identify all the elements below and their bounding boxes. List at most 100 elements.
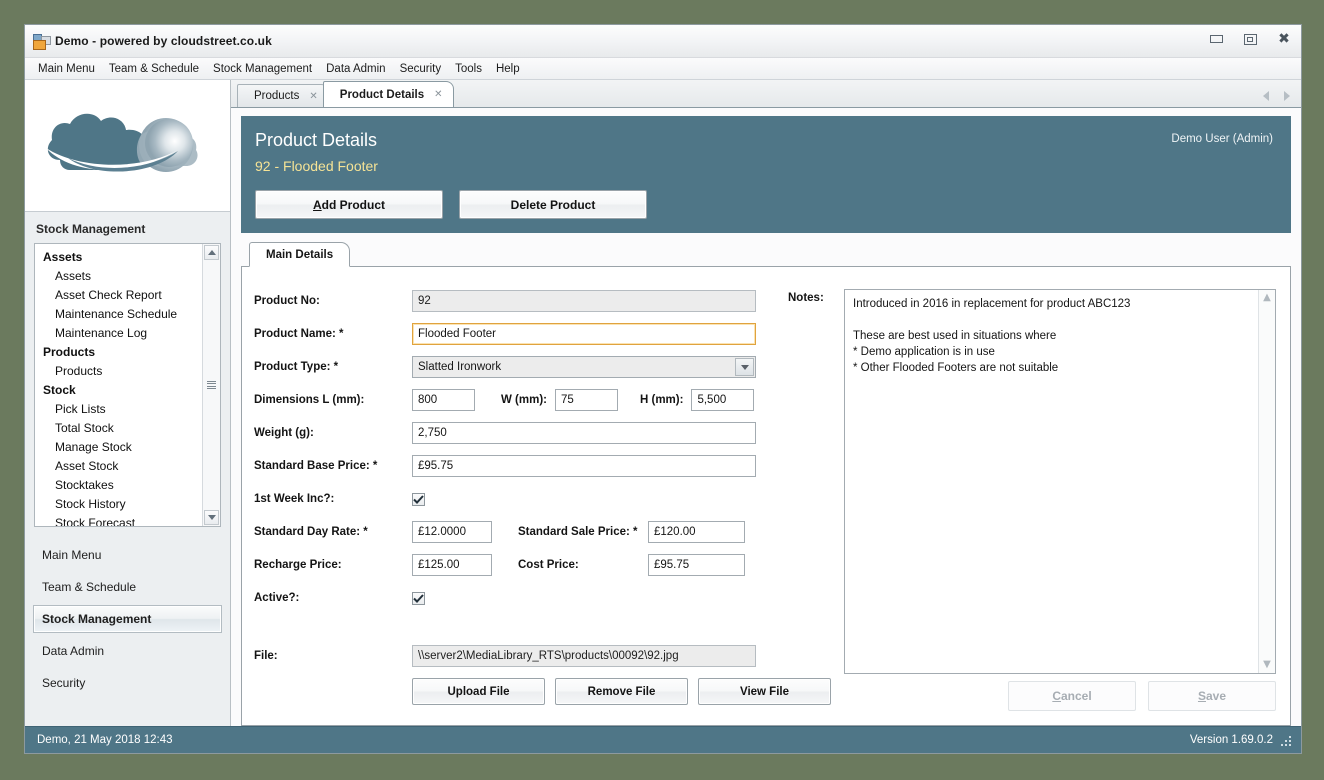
panel-footer-buttons: Cancel Save bbox=[1008, 681, 1276, 711]
weight-field[interactable] bbox=[412, 422, 756, 444]
first-week-inc-checkbox[interactable] bbox=[412, 492, 425, 506]
product-no-field[interactable] bbox=[412, 290, 756, 312]
scroll-down-icon[interactable]: ▼ bbox=[1263, 660, 1271, 670]
tree-scrollbar[interactable] bbox=[202, 244, 220, 526]
tab-nav-controls bbox=[1259, 89, 1293, 103]
body-split: Stock Management Assets Assets Asset Che… bbox=[25, 80, 1301, 726]
tab-product-details[interactable]: Product Details ✕ bbox=[322, 81, 454, 107]
row-day-rate-sale-price: Standard Day Rate: * Standard Sale Price… bbox=[254, 520, 774, 544]
notes-scrollbar[interactable]: ▲ ▼ bbox=[1258, 290, 1275, 673]
menu-item-security[interactable]: Security bbox=[393, 61, 449, 77]
tree-item-maintenance-log[interactable]: Maintenance Log bbox=[35, 324, 202, 343]
tree-item-asset-stock[interactable]: Asset Stock bbox=[35, 457, 202, 476]
tree-group-stock[interactable]: Stock bbox=[35, 381, 202, 400]
scroll-up-icon[interactable]: ▲ bbox=[1263, 293, 1271, 303]
file-path-field[interactable] bbox=[412, 645, 756, 667]
day-rate-label: Standard Day Rate: * bbox=[254, 526, 368, 538]
cancel-button[interactable]: Cancel bbox=[1008, 681, 1136, 711]
menu-item-help[interactable]: Help bbox=[489, 61, 527, 77]
menu-item-main-menu[interactable]: Main Menu bbox=[31, 61, 102, 77]
notes-textarea[interactable]: Introduced in 2016 in replacement for pr… bbox=[844, 289, 1276, 674]
tab-main-details[interactable]: Main Details bbox=[249, 242, 351, 267]
content-area: Products ✕ Product Details ✕ Product Det… bbox=[231, 80, 1301, 726]
dimensions-width-field[interactable] bbox=[555, 389, 618, 411]
page-header-band: Product Details 92 - Flooded Footer Demo… bbox=[241, 116, 1291, 233]
status-version-text: Version 1.69.0.2 bbox=[1189, 734, 1273, 746]
tab-products-close-icon[interactable]: ✕ bbox=[309, 91, 317, 102]
tree-item-total-stock[interactable]: Total Stock bbox=[35, 419, 202, 438]
day-rate-field[interactable] bbox=[412, 521, 492, 543]
file-button-group: Upload File Remove File View File bbox=[412, 678, 831, 705]
save-button[interactable]: Save bbox=[1148, 681, 1276, 711]
product-type-label: Product Type: * bbox=[254, 361, 339, 373]
tree-item-assets[interactable]: Assets bbox=[35, 267, 202, 286]
cloudstreet-cloud-logo bbox=[45, 113, 198, 172]
restore-icon[interactable] bbox=[1239, 29, 1261, 49]
dimensions-width-label: W (mm): bbox=[501, 394, 547, 406]
tree-item-pick-lists[interactable]: Pick Lists bbox=[35, 400, 202, 419]
sale-price-label: Standard Sale Price: * bbox=[518, 526, 638, 538]
cost-price-label: Cost Price: bbox=[518, 559, 579, 571]
tab-products[interactable]: Products ✕ bbox=[237, 84, 329, 107]
tab-product-details-close-icon[interactable]: ✕ bbox=[434, 89, 442, 100]
logo-container bbox=[25, 80, 230, 212]
panel-tab-row: Main Details bbox=[241, 242, 1291, 267]
tree-item-maintenance-schedule[interactable]: Maintenance Schedule bbox=[35, 305, 202, 324]
scroll-down-icon[interactable] bbox=[204, 510, 219, 525]
dimensions-length-field[interactable] bbox=[412, 389, 475, 411]
menu-item-stock-management[interactable]: Stock Management bbox=[206, 61, 319, 77]
cost-price-field[interactable] bbox=[648, 554, 745, 576]
dimensions-length-label: Dimensions L (mm): bbox=[254, 394, 365, 406]
dimensions-height-field[interactable] bbox=[691, 389, 755, 411]
document-tab-strip: Products ✕ Product Details ✕ bbox=[231, 80, 1301, 108]
sidebar-item-data-admin[interactable]: Data Admin bbox=[33, 637, 222, 665]
form-right-column: Notes: Introduced in 2016 in replacement… bbox=[774, 267, 1290, 725]
logo-cloud-left bbox=[47, 113, 146, 170]
menu-item-tools[interactable]: Tools bbox=[448, 61, 489, 77]
tree-item-products[interactable]: Products bbox=[35, 362, 202, 381]
scroll-up-icon[interactable] bbox=[204, 245, 219, 260]
upload-file-button[interactable]: Upload File bbox=[412, 678, 545, 705]
tree-item-asset-check-report[interactable]: Asset Check Report bbox=[35, 286, 202, 305]
minimize-icon[interactable] bbox=[1205, 29, 1227, 49]
remove-file-button[interactable]: Remove File bbox=[555, 678, 688, 705]
base-price-field[interactable] bbox=[412, 455, 756, 477]
resize-grip-icon[interactable] bbox=[1281, 734, 1293, 746]
chevron-down-icon[interactable] bbox=[735, 358, 754, 376]
tree-item-stocktakes[interactable]: Stocktakes bbox=[35, 476, 202, 495]
recharge-price-field[interactable] bbox=[412, 554, 492, 576]
product-type-select[interactable]: Slatted Ironwork bbox=[412, 356, 756, 378]
row-product-type: Product Type: * Slatted Ironwork bbox=[254, 355, 774, 379]
add-product-label: dd Product bbox=[321, 197, 385, 212]
title-bar: Demo - powered by cloudstreet.co.uk ✖ bbox=[25, 25, 1301, 58]
tree-group-products[interactable]: Products bbox=[35, 343, 202, 362]
close-icon[interactable]: ✖ bbox=[1273, 29, 1295, 49]
product-name-field[interactable] bbox=[412, 323, 756, 345]
notes-text-content[interactable]: Introduced in 2016 in replacement for pr… bbox=[845, 290, 1258, 673]
chevron-right-icon[interactable] bbox=[1280, 89, 1293, 103]
dimensions-height-label: H (mm): bbox=[640, 394, 684, 406]
add-product-button[interactable]: Add Product bbox=[255, 190, 443, 219]
scrollbar-thumb[interactable] bbox=[203, 261, 220, 509]
sidebar-item-security[interactable]: Security bbox=[33, 669, 222, 697]
checkmark-icon bbox=[413, 494, 424, 504]
active-checkbox[interactable] bbox=[412, 591, 425, 605]
row-recharge-cost-price: Recharge Price: Cost Price: bbox=[254, 553, 774, 577]
sidebar-item-main-menu[interactable]: Main Menu bbox=[33, 541, 222, 569]
active-label: Active?: bbox=[254, 592, 300, 604]
tree-group-assets[interactable]: Assets bbox=[35, 248, 202, 267]
tree-item-stock-history[interactable]: Stock History bbox=[35, 495, 202, 514]
menu-item-team-schedule[interactable]: Team & Schedule bbox=[102, 61, 206, 77]
delete-product-button[interactable]: Delete Product bbox=[459, 190, 647, 219]
menu-item-data-admin[interactable]: Data Admin bbox=[319, 61, 392, 77]
current-user-label: Demo User (Admin) bbox=[1171, 133, 1273, 145]
chevron-left-icon[interactable] bbox=[1259, 89, 1272, 103]
sale-price-field[interactable] bbox=[648, 521, 745, 543]
tree-item-stock-forecast[interactable]: Stock Forecast bbox=[35, 514, 202, 526]
page-title: Product Details bbox=[255, 130, 378, 150]
sidebar-item-stock-management[interactable]: Stock Management bbox=[33, 605, 222, 633]
first-week-inc-label: 1st Week Inc?: bbox=[254, 493, 335, 505]
tree-item-manage-stock[interactable]: Manage Stock bbox=[35, 438, 202, 457]
sidebar-item-team-schedule[interactable]: Team & Schedule bbox=[33, 573, 222, 601]
header-button-group: Add Product Delete Product bbox=[255, 190, 1275, 219]
